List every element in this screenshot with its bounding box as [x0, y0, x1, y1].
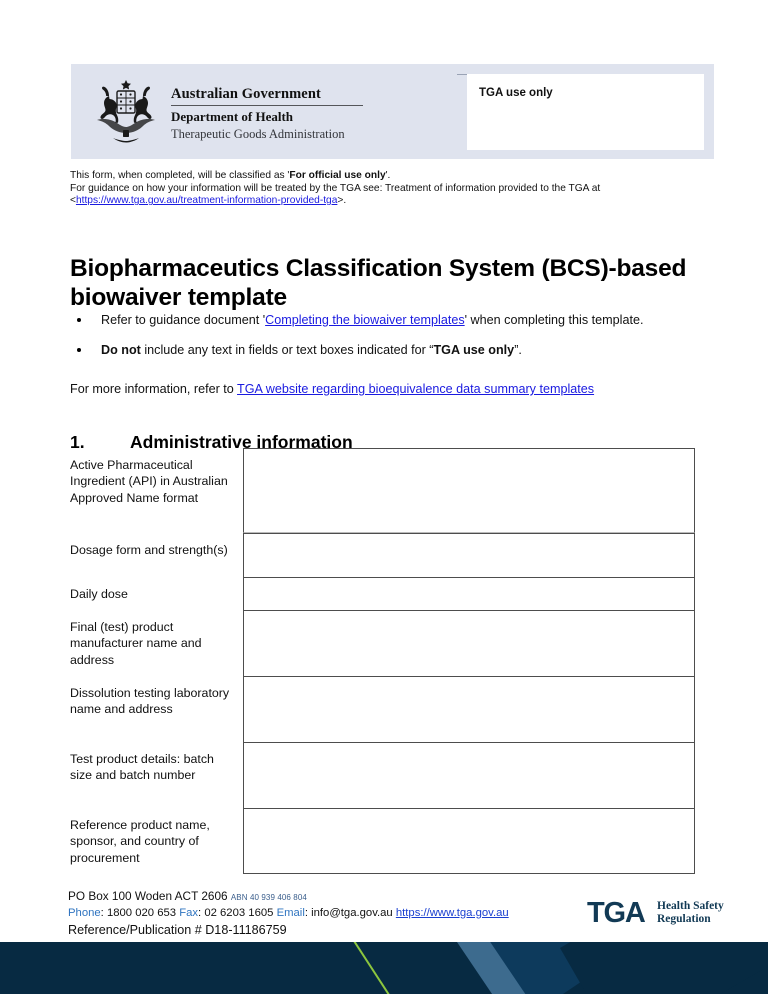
field-manufacturer[interactable]	[243, 610, 695, 676]
postal-address: PO Box 100 Woden ACT 2606	[68, 889, 228, 903]
disclaimer-prefix: This form, when completed, will be class…	[70, 170, 290, 181]
footer-address-line: PO Box 100 Woden ACT 2606 ABN 40 939 406…	[68, 889, 588, 906]
bullet-2-suffix: ”.	[514, 342, 522, 357]
row-label-daily-dose: Daily dose	[70, 587, 128, 601]
completing-biowaiver-templates-link[interactable]: Completing the biowaiver templates	[265, 313, 465, 327]
table-row: Dissolution testing laboratory name and …	[70, 676, 695, 742]
field-reference-product[interactable]	[243, 808, 695, 874]
row-label-api: Active Pharmaceutical Ingredient (API) i…	[70, 458, 228, 505]
do-not-bold: Do not	[101, 342, 141, 357]
tga-agency-text: Therapeutic Goods Administration	[171, 127, 345, 141]
disclaimer-suffix: '.	[385, 170, 391, 181]
table-row: Reference product name, sponsor, and cou…	[70, 808, 695, 874]
bullet-1-prefix: Refer to guidance document '	[101, 313, 266, 327]
disclaimer-line-2: For guidance on how your information wil…	[70, 182, 601, 194]
disclaimer-line-1: This form, when completed, will be class…	[70, 170, 730, 183]
phone-value: : 1800 020 653	[100, 906, 180, 919]
table-row: Daily dose	[70, 577, 695, 610]
table-row: Final (test) product manufacturer name a…	[70, 610, 695, 676]
fax-label: Fax	[179, 906, 199, 919]
tga-use-only-label: TGA use only	[479, 87, 553, 99]
bullet-icon	[77, 318, 81, 322]
fax-value: : 02 6203 1605	[198, 906, 277, 919]
row-label-dissolution-lab: Dissolution testing laboratory name and …	[70, 686, 230, 717]
tga-logo: TGA Health Safety Regulation	[587, 898, 732, 932]
angle-close: >.	[337, 195, 347, 207]
tga-logo-tagline: Health Safety Regulation	[657, 900, 724, 925]
official-use-only-bold: For official use only	[289, 170, 386, 181]
instructions-list: Refer to guidance document 'Completing t…	[70, 312, 690, 371]
department-of-health-text: Department of Health	[171, 109, 294, 124]
field-api[interactable]	[243, 448, 695, 533]
table-row: Dosage form and strength(s)	[70, 533, 695, 577]
wordmark-divider	[171, 105, 363, 106]
email-label: Email	[276, 906, 305, 919]
field-dosage-form[interactable]	[243, 533, 695, 577]
reference-publication: Reference/Publication # D18-11186759	[68, 922, 287, 937]
list-item: Do not include any text in fields or tex…	[70, 342, 690, 359]
field-test-product-details[interactable]	[243, 742, 695, 808]
tga-website-link[interactable]: https://www.tga.gov.au	[396, 907, 509, 919]
phone-label: Phone	[68, 906, 101, 919]
treatment-of-information-link[interactable]: https://www.tga.gov.au/treatment-informa…	[76, 195, 337, 206]
tagline-line-1: Health Safety	[657, 900, 724, 912]
row-label-reference-product: Reference product name, sponsor, and cou…	[70, 818, 210, 865]
more-information-line: For more information, refer to TGA websi…	[70, 381, 710, 398]
administrative-information-table: Active Pharmaceutical Ingredient (API) i…	[70, 448, 695, 874]
bullet-2-mid: include any text in fields or text boxes…	[140, 342, 434, 357]
row-label-test-product-details: Test product details: batch size and bat…	[70, 752, 214, 783]
page-title: Biopharmaceutics Classification System (…	[70, 255, 687, 312]
disclaimer-line-3: <https://www.tga.gov.au/treatment-inform…	[70, 195, 730, 208]
list-item: Refer to guidance document 'Completing t…	[70, 312, 690, 329]
footer-contact-line: Phone: 1800 020 653 Fax: 02 6203 1605 Em…	[68, 906, 588, 921]
bullet-icon	[77, 347, 81, 352]
footer-swoosh-dark	[560, 942, 768, 994]
row-label-manufacturer: Final (test) product manufacturer name a…	[70, 620, 202, 667]
field-dissolution-lab[interactable]	[243, 676, 695, 742]
australian-government-text: Australian Government	[171, 86, 321, 102]
email-value: : info@tga.gov.au	[304, 906, 396, 919]
field-daily-dose[interactable]	[243, 577, 695, 610]
footer-green-accent-line	[347, 942, 420, 994]
bioequivalence-templates-link[interactable]: TGA website regarding bioequivalence dat…	[237, 382, 594, 396]
classification-disclaimer: This form, when completed, will be class…	[70, 170, 730, 208]
table-row: Test product details: batch size and bat…	[70, 742, 695, 808]
header-banner: Australian Government Department of Heal…	[71, 64, 714, 159]
tga-logo-mark: TGA	[587, 897, 646, 929]
tga-use-only-box[interactable]: TGA use only	[467, 74, 704, 150]
australian-coat-of-arms-icon	[87, 76, 165, 148]
tagline-line-2: Regulation	[657, 912, 711, 925]
abn-number: ABN 40 939 406 804	[230, 893, 307, 902]
government-wordmark: Australian Government Department of Heal…	[171, 86, 431, 142]
footer-contact-block: PO Box 100 Woden ACT 2606 ABN 40 939 406…	[68, 889, 588, 938]
more-info-prefix: For more information, refer to	[70, 382, 238, 396]
table-row: Active Pharmaceutical Ingredient (API) i…	[70, 448, 695, 533]
row-label-dosage-form: Dosage form and strength(s)	[70, 543, 228, 557]
bullet-1-suffix: ' when completing this template.	[464, 313, 644, 327]
decorative-footer-band	[0, 942, 768, 994]
tga-use-only-bold: TGA use only	[433, 342, 515, 357]
